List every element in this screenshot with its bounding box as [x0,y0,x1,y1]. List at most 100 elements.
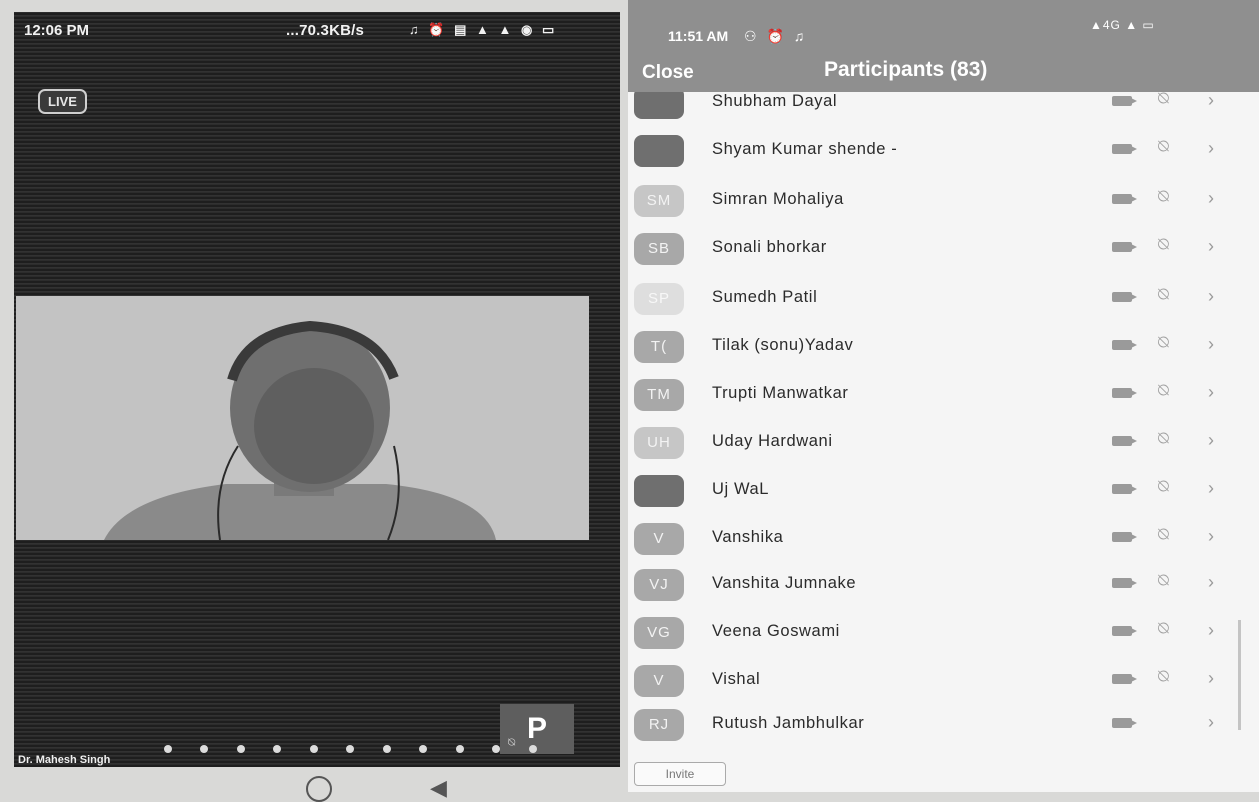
participants-screen: Shubham Dayal ⍉ › Shyam Kumar shende - ⍉ › SM S… [628,0,1259,792]
participant-name: Rutush Jambhulkar [712,714,865,732]
chevron-right-icon[interactable]: › [1208,188,1214,209]
avatar: RJ [634,709,684,741]
avatar [634,135,684,167]
chevron-right-icon[interactable]: › [1208,572,1214,593]
muted-mic-icon: ⍉ [1158,524,1169,544]
participant-row[interactable]: VJ Vanshita Jumnake ⍉ › [628,560,1248,608]
video-camera-icon [1112,242,1137,252]
status-time: 12:06 PM [24,22,90,39]
muted-mic-icon: ⍉ [1158,618,1169,638]
participant-row[interactable]: V Vanshika ⍉ › [628,514,1248,562]
avatar: T( [634,331,684,363]
chevron-right-icon[interactable]: › [1208,430,1214,451]
muted-mic-icon: ⍉ [1158,570,1169,590]
participant-row[interactable]: SM Simran Mohaliya ⍉ › [628,176,1248,224]
back-button-icon[interactable]: ◀ [430,775,447,801]
participant-name: Sumedh Patil [712,288,818,306]
muted-mic-icon: ⍉ [1158,476,1169,496]
status-icons: ♫ ⏰ ▤ ▲ ▲ ◉ ▭ [409,22,558,37]
avatar: SM [634,185,684,217]
video-camera-icon [1112,388,1137,398]
chevron-right-icon[interactable]: › [1208,236,1214,257]
participant-row[interactable]: V Vishal ⍉ › [628,656,1248,704]
avatar [634,475,684,507]
avatar: V [634,665,684,697]
video-camera-icon [1112,436,1137,446]
page-dot [382,745,391,753]
participant-row[interactable]: VG Veena Goswami ⍉ › [628,608,1248,656]
muted-mic-icon: ⍉ [1158,332,1169,352]
avatar: SP [634,283,684,315]
video-camera-icon [1112,578,1137,588]
video-camera-icon [1112,484,1137,494]
scrollbar[interactable] [1238,620,1241,730]
meeting-video-screen: 12:06 PM ...70.3KB/s ♫ ⏰ ▤ ▲ ▲ ◉ ▭ LIVE … [14,12,620,767]
page-dot [455,745,464,753]
participant-row[interactable]: UH Uday Hardwani ⍉ › [628,418,1248,466]
participant-name: Shyam Kumar shende - [712,140,898,158]
video-camera-icon [1112,194,1137,204]
avatar: SB [634,233,684,265]
participant-row[interactable]: SP Sumedh Patil ⍉ › [628,274,1248,322]
chevron-right-icon[interactable]: › [1208,478,1214,499]
participant-name: Veena Goswami [712,622,840,640]
page-dot [164,745,172,753]
muted-mic-icon: ⍉ [1158,380,1169,400]
avatar: UH [634,427,684,459]
chevron-right-icon[interactable]: › [1208,334,1214,355]
participant-row[interactable]: RJ Rutush Jambhulkar › [628,700,1248,748]
invite-button[interactable]: Invite [634,762,726,786]
network-rate: ...70.3KB/s [286,22,365,39]
participant-name: Vanshika [712,528,784,546]
muted-mic-icon: ⍉ [1158,234,1169,254]
participant-name: Shubham Dayal [712,92,838,110]
video-camera-icon [1112,340,1137,350]
muted-mic-icon: ⍉ [1158,428,1169,448]
participant-name: Simran Mohaliya [712,190,844,208]
muted-mic-icon: ⍉ [1158,666,1169,686]
video-camera-icon [1112,718,1137,728]
video-camera-icon [1112,674,1137,684]
chevron-right-icon[interactable]: › [1208,382,1214,403]
participant-name: Sonali bhorkar [712,238,827,256]
muted-mic-icon: ⍉ [1158,186,1169,206]
avatar: VG [634,617,684,649]
chevron-right-icon[interactable]: › [1208,526,1214,547]
participant-name: Vanshita Jumnake [712,574,857,592]
avatar: V [634,523,684,555]
page-dot [236,745,245,753]
participant-row[interactable]: TM Trupti Manwatkar ⍉ › [628,370,1248,418]
speaker-video[interactable] [16,296,589,541]
participant-row[interactable]: Shyam Kumar shende - ⍉ › [628,126,1248,174]
status-icons: ⚇ ⏰ ♫ [744,28,808,44]
live-badge: LIVE [38,89,87,114]
video-camera-icon [1112,96,1137,106]
status-time: 11:51 AM [668,28,729,44]
participant-row[interactable]: SB Sonali bhorkar ⍉ › [628,224,1248,272]
chevron-right-icon[interactable]: › [1208,668,1214,689]
chevron-right-icon[interactable]: › [1208,90,1214,111]
page-dot [273,745,282,753]
status-bar: 12:06 PM ...70.3KB/s ♫ ⏰ ▤ ▲ ▲ ◉ ▭ [14,12,620,44]
home-button-icon[interactable] [306,776,332,802]
participants-header: 11:51 AM ⚇ ⏰ ♫ ▲4G ▲ ▭ Close Participant… [628,0,1259,92]
page-dot [346,745,355,753]
chevron-right-icon[interactable]: › [1208,712,1214,733]
participant-row[interactable]: Uj WaL ⍉ › [628,466,1248,514]
page-dot [200,745,209,753]
avatar: VJ [634,569,684,601]
page-indicator [164,740,561,758]
chevron-right-icon[interactable]: › [1208,620,1214,641]
status-bar: 11:51 AM ⚇ ⏰ ♫ ▲4G ▲ ▭ [628,0,1259,44]
page-dot [419,745,428,753]
close-button[interactable]: Close [642,62,694,84]
page-dot [309,745,318,753]
participant-name: Uj WaL [712,480,770,498]
participant-row[interactable]: T(Tilak (sonu)Yadav ⍉ › [628,322,1248,370]
page-dot [528,745,537,753]
chevron-right-icon[interactable]: › [1208,286,1214,307]
muted-mic-icon: ⍉ [1158,136,1169,156]
video-camera-icon [1112,144,1137,154]
chevron-right-icon[interactable]: › [1208,138,1214,159]
muted-mic-icon: ⍉ [1158,284,1169,304]
